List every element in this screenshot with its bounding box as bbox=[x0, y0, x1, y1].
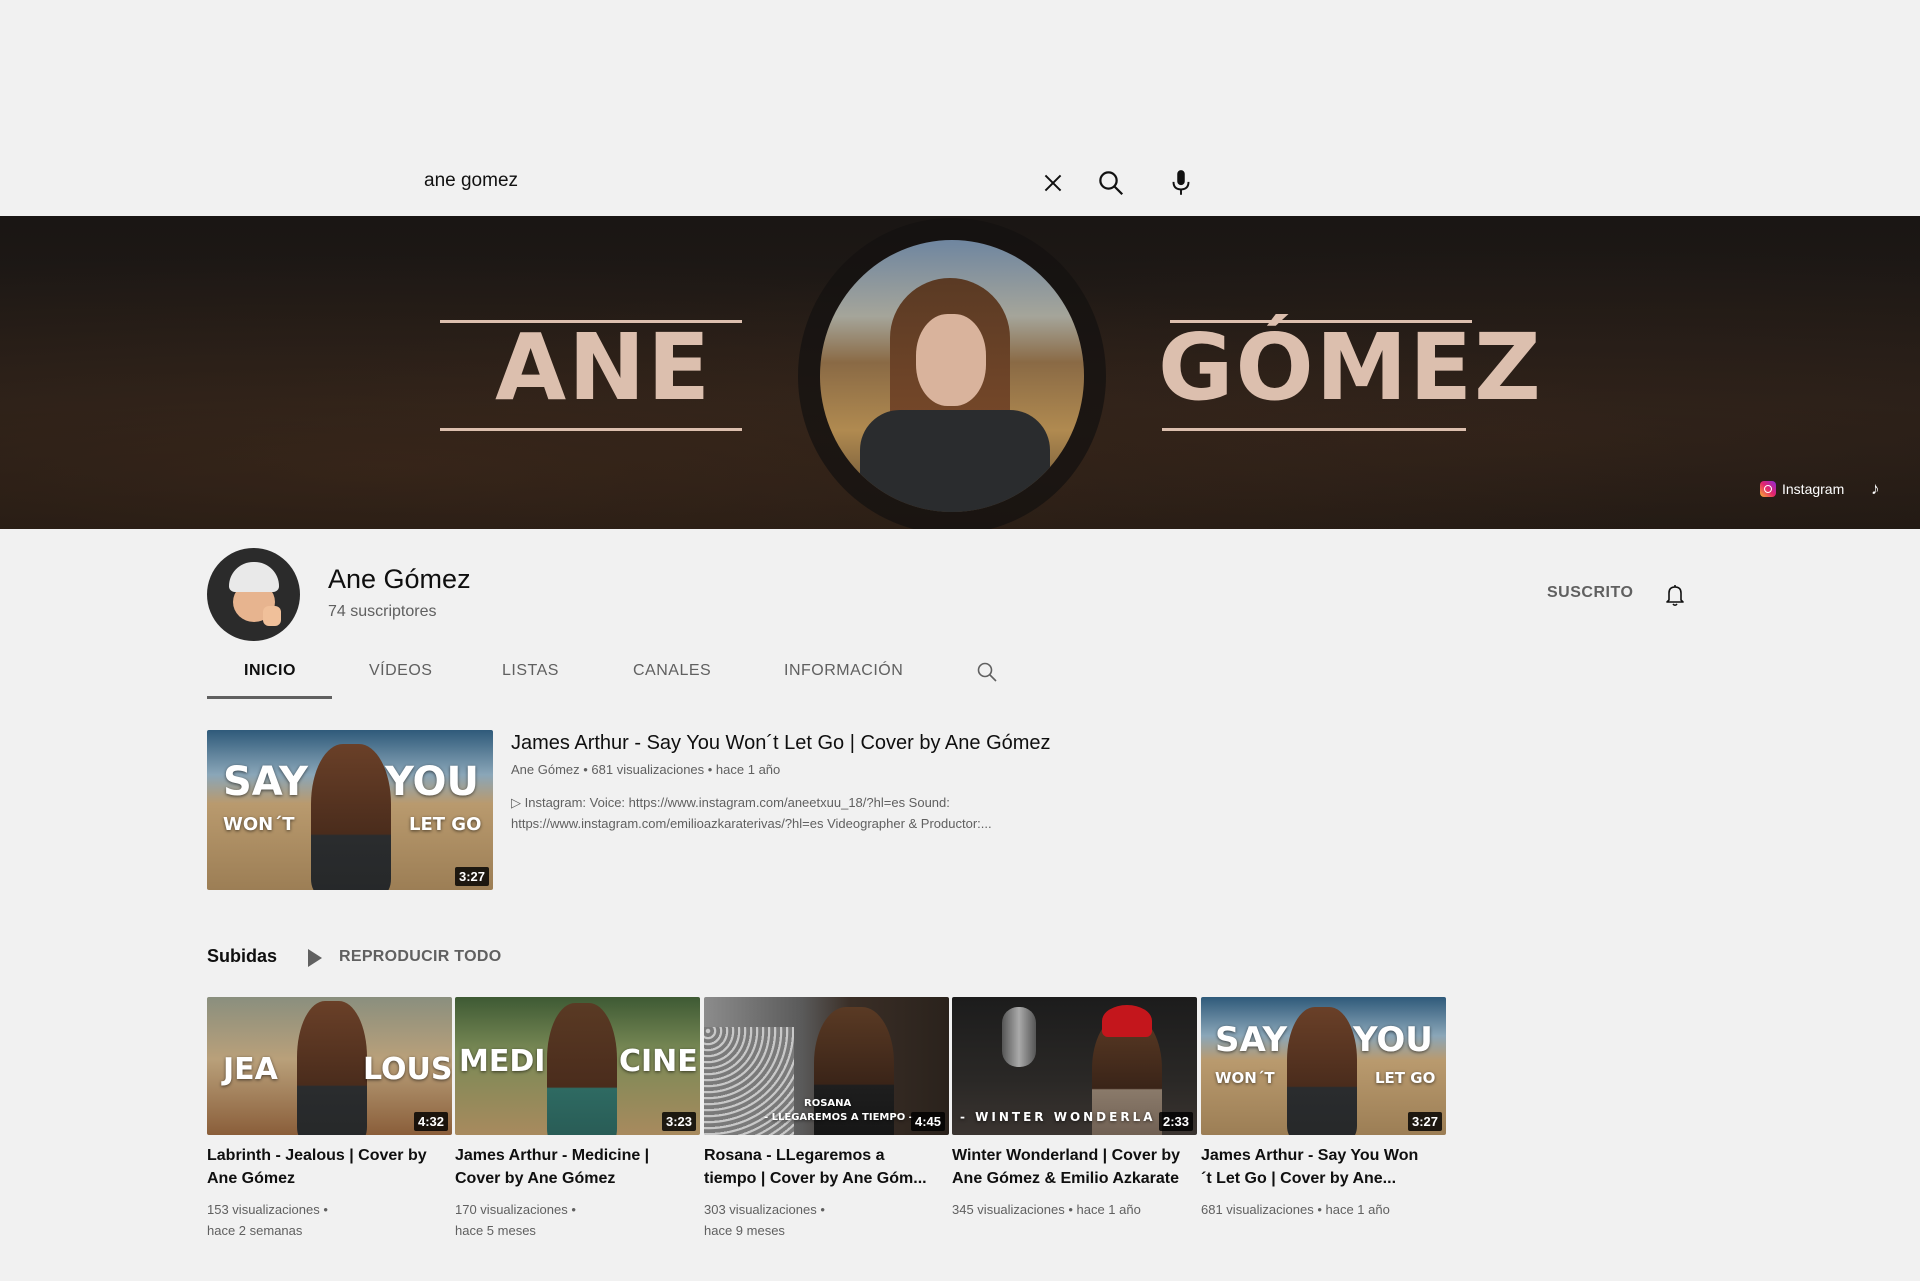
video-thumbnail[interactable]: - WINTER WONDERLA 2:33 bbox=[952, 997, 1197, 1135]
instagram-icon bbox=[1760, 481, 1776, 497]
top-bar: ane gomez bbox=[0, 0, 1920, 216]
video-meta: 170 visualizaciones • hace 5 meses bbox=[455, 1202, 576, 1238]
tiktok-icon: ♪ bbox=[1871, 479, 1880, 498]
video-meta: 345 visualizaciones • hace 1 año bbox=[952, 1202, 1141, 1217]
thumbnail-text: LET GO bbox=[409, 814, 482, 835]
video-meta: 681 visualizaciones • hace 1 año bbox=[1201, 1202, 1390, 1217]
video-duration: 3:27 bbox=[1407, 1112, 1442, 1131]
video-title[interactable]: James Arthur - Medicine | Cover by Ane Gó… bbox=[455, 1144, 695, 1190]
thumbnail-text: YOU bbox=[1353, 1020, 1433, 1060]
uploads-shelf-title[interactable]: Subidas bbox=[207, 946, 277, 967]
video-duration: 4:32 bbox=[413, 1112, 448, 1131]
thumbnail-text: WON´T bbox=[223, 814, 295, 835]
instagram-link-label: Instagram bbox=[1782, 481, 1845, 497]
tiktok-link[interactable]: ♪ bbox=[1871, 479, 1880, 499]
thumbnail-text: SAY bbox=[1215, 1020, 1288, 1060]
banner-rule bbox=[1162, 428, 1466, 431]
search-input[interactable]: ane gomez bbox=[424, 170, 518, 192]
video-title[interactable]: Winter Wonderland | Cover by Ane Gómez & … bbox=[952, 1144, 1192, 1190]
thumbnail-text: SAY bbox=[223, 759, 308, 805]
channel-search-icon[interactable] bbox=[975, 660, 999, 684]
thumbnail-text: CINE bbox=[619, 1044, 698, 1079]
video-duration: 2:33 bbox=[1158, 1112, 1193, 1131]
video-title[interactable]: Rosana - LLegaremos a tiempo | Cover by A… bbox=[704, 1144, 944, 1190]
subscribed-button[interactable]: SUSCRITO bbox=[1547, 584, 1633, 602]
channel-name: Ane Gómez bbox=[328, 564, 471, 594]
play-all-button[interactable]: REPRODUCIR TODO bbox=[339, 948, 501, 966]
video-duration: 3:27 bbox=[454, 867, 489, 886]
instagram-link[interactable]: Instagram bbox=[1760, 481, 1844, 497]
banner-word-right: GÓMEZ bbox=[1158, 314, 1543, 421]
featured-video-description: ▷ Instagram: Voice: https://www.instagra… bbox=[511, 795, 992, 831]
video-meta: 303 visualizaciones • hace 9 meses bbox=[704, 1202, 825, 1238]
tab-informacion[interactable]: INFORMACIÓN bbox=[784, 662, 903, 680]
thumbnail-text: WON´T bbox=[1215, 1069, 1275, 1087]
clear-icon[interactable] bbox=[1040, 170, 1066, 196]
tab-canales[interactable]: CANALES bbox=[633, 662, 711, 680]
thumbnail-text: JEA bbox=[223, 1052, 278, 1087]
search-icon[interactable] bbox=[1096, 168, 1126, 198]
channel-avatar[interactable] bbox=[207, 548, 300, 641]
video-thumbnail[interactable]: SAY YOU WON´T LET GO 3:27 bbox=[1201, 997, 1446, 1135]
thumbnail-text: YOU bbox=[385, 759, 480, 805]
banner-word-left: ANE bbox=[495, 314, 713, 421]
video-duration: 4:45 bbox=[910, 1112, 945, 1131]
bell-icon[interactable] bbox=[1663, 582, 1687, 608]
thumbnail-text: - WINTER WONDERLA bbox=[960, 1110, 1156, 1124]
featured-video-thumbnail[interactable]: SAY YOU WON´T LET GO 3:27 bbox=[207, 730, 493, 890]
tab-listas[interactable]: LISTAS bbox=[502, 662, 559, 680]
thumbnail-text: MEDI bbox=[459, 1044, 546, 1079]
play-icon[interactable] bbox=[308, 949, 322, 967]
banner-rule bbox=[440, 428, 742, 431]
thumbnail-text: ROSANA bbox=[804, 1098, 852, 1109]
featured-video-meta: Ane Gómez • 681 visualizaciones • hace 1… bbox=[511, 762, 781, 777]
video-thumbnail[interactable]: MEDI CINE 3:23 bbox=[455, 997, 700, 1135]
video-thumbnail[interactable]: JEA LOUS 4:32 bbox=[207, 997, 452, 1135]
featured-video-title[interactable]: James Arthur - Say You Won´t Let Go | Co… bbox=[511, 732, 1051, 755]
channel-banner: ANE GÓMEZ Instagram ♪ bbox=[0, 216, 1920, 529]
tab-videos[interactable]: VÍDEOS bbox=[369, 662, 432, 680]
tab-inicio[interactable]: INICIO bbox=[244, 662, 296, 680]
video-meta: 153 visualizaciones • hace 2 semanas bbox=[207, 1202, 328, 1238]
thumbnail-text: - LLEGAREMOS A TIEMPO - bbox=[764, 1112, 913, 1123]
subscriber-count: 74 suscriptores bbox=[328, 603, 437, 620]
video-thumbnail[interactable]: ROSANA - LLEGAREMOS A TIEMPO - 4:45 bbox=[704, 997, 949, 1135]
thumbnail-text: LET GO bbox=[1375, 1069, 1436, 1087]
thumbnail-text: LOUS bbox=[363, 1052, 452, 1087]
microphone-icon[interactable] bbox=[1168, 168, 1194, 198]
video-duration: 3:23 bbox=[661, 1112, 696, 1131]
video-title[interactable]: Labrinth - Jealous | Cover by Ane Gómez bbox=[207, 1144, 447, 1190]
active-tab-indicator bbox=[207, 696, 332, 699]
video-title[interactable]: James Arthur - Say You Won ´t Let Go | Co… bbox=[1201, 1144, 1441, 1190]
banner-photo bbox=[820, 240, 1084, 512]
